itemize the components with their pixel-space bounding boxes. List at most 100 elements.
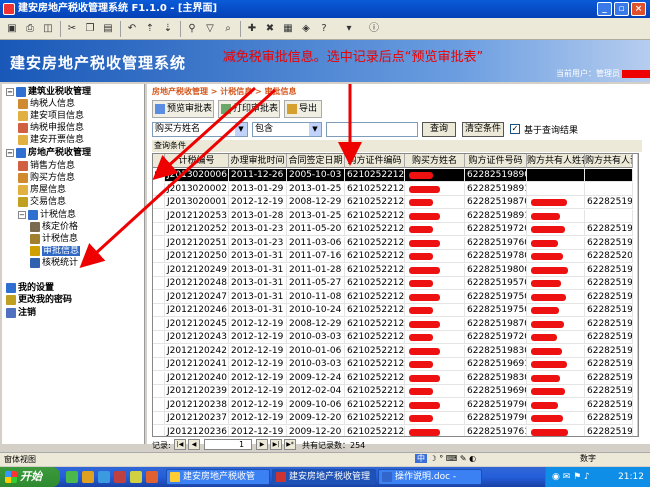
column-header[interactable]: 购方证件号码 [465,154,527,168]
sort-asc-icon[interactable]: ⇡ [142,21,158,37]
scroll-down-icon[interactable]: ▼ [638,424,639,437]
find-icon[interactable]: ⌕ [220,21,236,37]
save-icon[interactable]: ▣ [4,21,20,37]
print-approval-button[interactable]: 打印审批表 [218,100,280,118]
table-row[interactable]: J2013020001 2012-12-19 2008-12-29 621025221… [153,196,633,209]
ime-mode[interactable]: 中 [415,454,427,463]
zoom-dropdown-icon[interactable]: ▾ [336,21,362,37]
tree-item-14[interactable]: 核税统计 [30,257,78,270]
cut-icon[interactable]: ✂ [64,21,80,37]
close-button[interactable]: × [631,2,646,16]
table-row[interactable]: J2012120250 2013-01-31 2011-07-16 621025221… [153,250,633,263]
table-row[interactable]: J2012120249 2013-01-31 2011-01-28 621025221… [153,263,633,277]
table-row[interactable]: J2012120253 2013-01-28 2013-01-25 621025221… [153,209,633,223]
row-selector[interactable] [153,358,165,371]
table-row[interactable]: J2012120243 2012-12-19 2010-03-03 621025221… [153,331,633,344]
filter-icon[interactable]: ⚲ [184,21,200,37]
ime-toolbar[interactable]: 中 ☽ ° ⌨ ✎ ◐ [415,452,476,466]
row-selector[interactable] [153,196,165,209]
task-button-3[interactable]: 操作说明.doc - [378,469,482,485]
first-record-icon[interactable]: |◀ [174,439,186,450]
start-button[interactable]: 开始 [0,467,60,487]
quicklaunch-desktop-icon[interactable] [66,471,78,483]
query-button[interactable]: 查询 [422,122,456,137]
table-row[interactable]: J2012120248 2013-01-31 2011-05-27 621025221… [153,277,633,290]
quicklaunch-folder-icon[interactable] [82,471,94,483]
row-selector[interactable] [153,263,165,277]
help-icon[interactable]: ? [316,21,332,37]
vertical-scrollbar[interactable]: ▲ ▼ [637,154,639,437]
table-row[interactable]: J2012120236 2012-12-19 2009-12-20 621025221… [153,425,633,436]
column-header[interactable]: 购买方姓名 [405,154,465,168]
table-row[interactable]: J2012120246 2013-01-31 2010-10-24 621025221… [153,304,633,317]
office-icon[interactable]: ◈ [298,21,314,37]
help-circle-icon[interactable]: ⓘ [366,21,382,37]
filter-operator-select[interactable]: 包含 ▼ [252,122,322,137]
record-number-input[interactable]: 1 [204,439,252,450]
collapse-icon[interactable]: − [18,210,26,219]
row-selector[interactable] [153,317,165,331]
prev-record-icon[interactable]: ◀ [188,439,200,450]
row-selector[interactable] [153,182,165,196]
table-row[interactable]: J2012120242 2012-12-19 2010-01-06 621025221… [153,344,633,358]
tree-item-9[interactable]: 交易信息 [18,196,66,209]
quicklaunch-app-icon[interactable] [114,471,126,483]
table-row[interactable]: J2012120241 2012-12-19 2010-03-03 621025221… [153,358,633,371]
column-header[interactable]: 计税编号 [165,154,229,168]
scroll-up-icon[interactable]: ▲ [638,154,639,167]
filter-field-select[interactable]: 购买方姓名 ▼ [152,122,248,137]
undo-icon[interactable]: ↶ [124,21,140,37]
table-row[interactable]: J2012120238 2012-12-19 2009-10-06 621025221… [153,398,633,412]
next-record-icon[interactable]: ▶ [256,439,268,450]
row-selector[interactable] [153,371,165,385]
row-selector[interactable] [153,412,165,425]
filter-value-input[interactable] [326,122,418,137]
collapse-icon[interactable]: − [6,148,14,157]
quicklaunch-ie-icon[interactable] [98,471,110,483]
column-header[interactable]: 合同签定日期 [287,154,345,168]
row-selector[interactable] [153,236,165,250]
sort-desc-icon[interactable]: ⇣ [160,21,176,37]
last-record-icon[interactable]: ▶| [270,439,282,450]
table-row[interactable]: J2012120247 2013-01-31 2010-11-08 621025221… [153,290,633,304]
row-selector[interactable] [153,385,165,398]
row-selector[interactable] [153,277,165,290]
maximize-button[interactable]: ▫ [614,2,629,16]
delete-record-icon[interactable]: ✖ [262,21,278,37]
task-button-2[interactable]: 建安房地产税收管理 [272,469,376,485]
table-row[interactable]: J2012120251 2013-01-23 2011-03-06 621025221… [153,236,633,250]
row-selector[interactable] [153,223,165,236]
based-on-result-checkbox[interactable]: ✓ [510,124,520,134]
minimize-button[interactable]: _ [597,2,612,16]
preview-approval-button[interactable]: 预览审批表 [152,100,214,118]
row-selector[interactable]: ▶ [153,169,165,182]
row-selector[interactable] [153,425,165,436]
filter-toggle-icon[interactable]: ▽ [202,21,218,37]
paste-icon[interactable]: ▤ [100,21,116,37]
copy-icon[interactable]: ❐ [82,21,98,37]
tree-item-5[interactable]: − 房地产税收管理 [6,147,91,160]
table-row[interactable]: ▶ J2013020006 2011-12-26 2005-10-03 62102522… [153,169,633,182]
row-selector[interactable] [153,344,165,358]
quicklaunch-app2-icon[interactable] [130,471,142,483]
row-selector[interactable] [153,331,165,344]
clear-conditions-button[interactable]: 清空条件 [462,122,504,137]
tree-item-17[interactable]: 注销 [6,307,36,320]
window-icon[interactable]: ▦ [280,21,296,37]
table-row[interactable]: J2012120245 2012-12-19 2008-12-29 621025221… [153,317,633,331]
row-selector[interactable] [153,250,165,263]
column-header[interactable]: 购方共有人证件 [585,154,633,168]
column-header[interactable]: 办理审批时间 [229,154,287,168]
quicklaunch-app3-icon[interactable] [146,471,158,483]
table-row[interactable]: J2012120239 2012-12-19 2012-02-04 621025221… [153,385,633,398]
new-record-nav-icon[interactable]: ▶* [284,439,296,450]
tree-item-4[interactable]: 建安开票信息 [18,134,84,147]
print-icon[interactable]: ⎙ [22,21,38,37]
row-selector[interactable] [153,304,165,317]
row-selector[interactable] [153,290,165,304]
table-row[interactable]: J2013020002 2013-01-29 2013-01-25 621025221… [153,182,633,196]
row-selector[interactable] [153,209,165,223]
table-row[interactable]: J2012120252 2013-01-23 2011-05-20 621025221… [153,223,633,236]
column-header[interactable]: 购方共有人姓名 [527,154,585,168]
table-row[interactable]: J2012120237 2012-12-19 2009-12-20 621025221… [153,412,633,425]
